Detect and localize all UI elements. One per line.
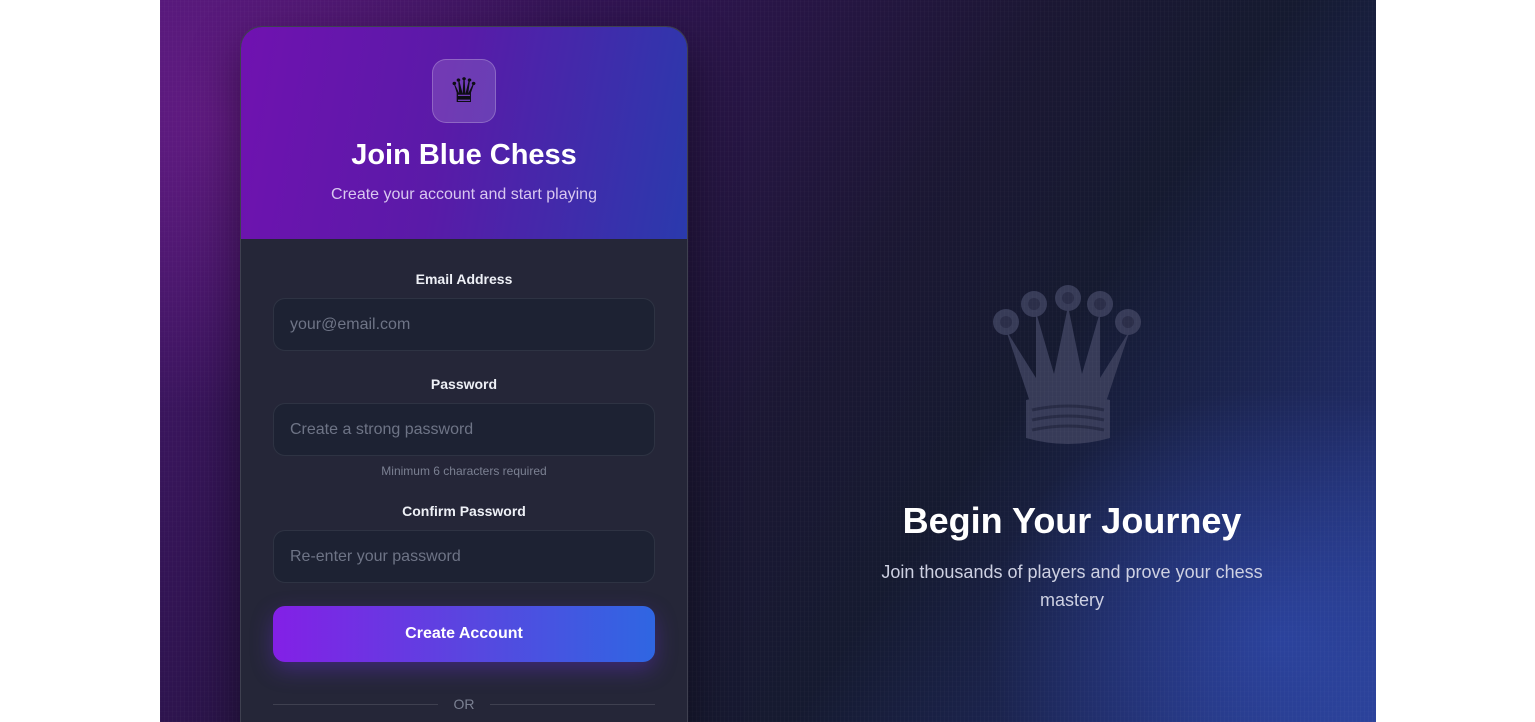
email-group: Email Address: [273, 271, 655, 351]
confirm-password-group: Confirm Password: [273, 503, 655, 583]
queen-icon: [993, 285, 1141, 444]
confirm-password-field[interactable]: [273, 530, 655, 583]
password-field[interactable]: [273, 403, 655, 456]
email-field[interactable]: [273, 298, 655, 351]
create-account-button[interactable]: Create Account: [273, 606, 655, 662]
queen-logo-icon: ♛: [432, 59, 496, 123]
divider-text: OR: [453, 696, 475, 712]
password-hint: Minimum 6 characters required: [381, 464, 547, 478]
divider-line-right: [490, 704, 655, 705]
hero-title: Begin Your Journey: [902, 500, 1242, 541]
email-label: Email Address: [415, 271, 513, 287]
card-subtitle: Create your account and start playing: [331, 186, 597, 203]
signup-card: ♛ Join Blue Chess Create your account an…: [240, 26, 688, 722]
hero-subtitle: Join thousands of players and prove your…: [881, 562, 1263, 610]
signup-form: Email Address Password Minimum 6 charact…: [241, 239, 687, 713]
divider-line-left: [273, 704, 438, 705]
card-header: ♛ Join Blue Chess Create your account an…: [241, 27, 687, 239]
confirm-password-label: Confirm Password: [402, 503, 526, 519]
or-divider: OR: [273, 695, 655, 713]
card-title: Join Blue Chess: [351, 139, 577, 171]
password-label: Password: [430, 376, 498, 392]
password-group: Password Minimum 6 characters required: [273, 376, 655, 478]
page-background: ♛ Join Blue Chess Create your account an…: [160, 0, 1376, 722]
hero-panel: Begin Your Journey Join thousands of pla…: [860, 0, 1284, 722]
